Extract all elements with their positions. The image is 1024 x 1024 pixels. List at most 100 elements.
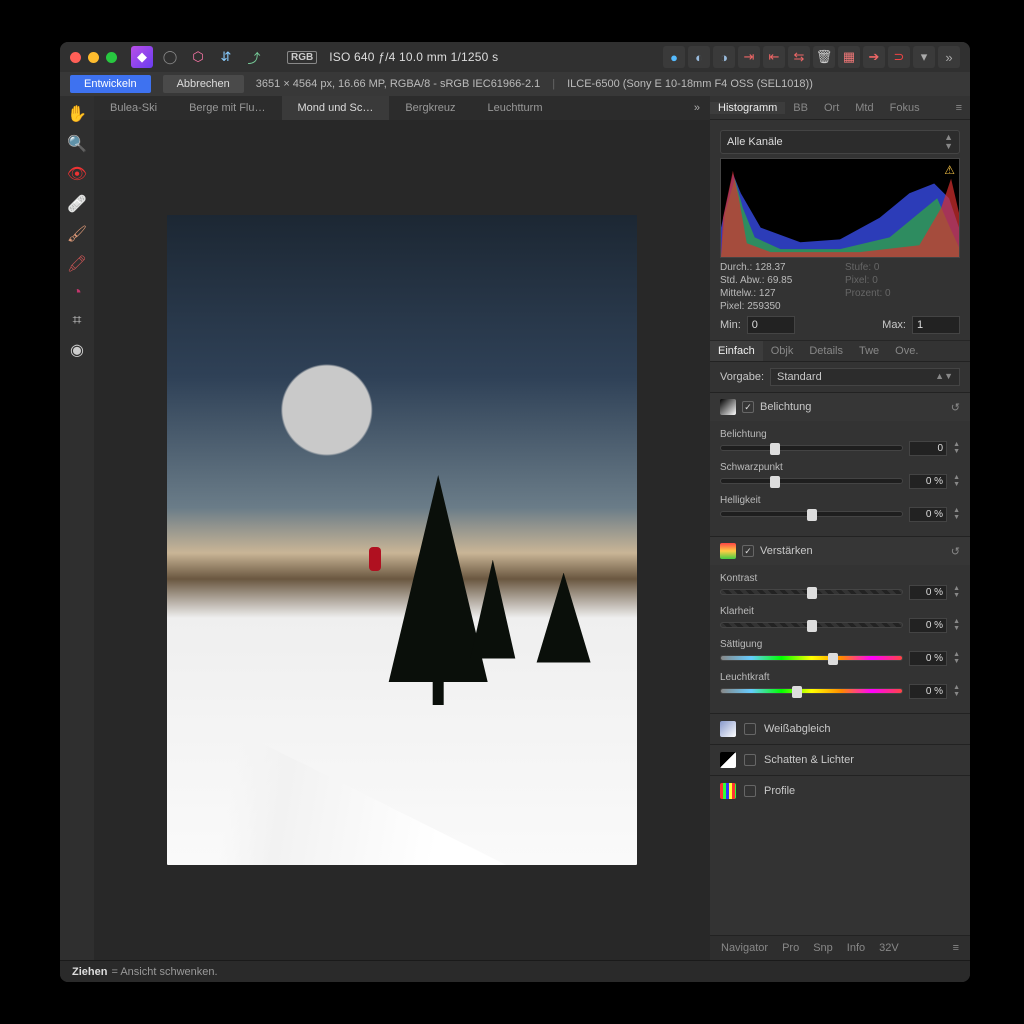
collapsed-0[interactable]: Weißabgleich [710,713,970,744]
hand-tool-icon[interactable]: ✋ [67,104,87,124]
disc-tool-icon[interactable]: ◉ [70,340,84,360]
exposure-value-2[interactable]: 0 % [909,507,947,522]
exposure-value-0[interactable]: 0 [909,441,947,456]
doc-tab-1[interactable]: Berge mit Flu… [173,96,281,120]
exposure-stepper-2[interactable]: ▲▼ [953,507,960,521]
overlay-brush-icon[interactable]: 🖍 [67,254,87,274]
heal-tool-icon[interactable]: 🩹 [67,194,87,214]
subtab-details[interactable]: Details [801,341,851,361]
enhance-stepper-3[interactable]: ▲▼ [953,684,960,698]
doc-tabs-overflow-icon[interactable]: » [684,102,710,114]
min-input[interactable] [747,316,795,334]
mirror-icon[interactable]: ⇵ [215,46,237,68]
snap-icon[interactable]: ➔ [863,46,885,68]
enhance-value-0[interactable]: 0 % [909,585,947,600]
doc-tab-4[interactable]: Leuchtturm [471,96,558,120]
panel-tab-fokus[interactable]: Fokus [882,102,928,114]
before-after-icon[interactable]: ◑ [713,46,735,68]
exposure-track-2[interactable] [720,511,903,517]
exposure-track-0[interactable] [720,445,903,451]
doc-tab-0[interactable]: Bulea-Ski [94,96,173,120]
panel-menu-icon[interactable]: ≡ [948,102,970,114]
btab-32v[interactable]: 32V [872,940,906,956]
exposure-stepper-1[interactable]: ▲▼ [953,474,960,488]
exposure-value-1[interactable]: 0 % [909,474,947,489]
enhance-value-2[interactable]: 0 % [909,651,947,666]
exposure-checkbox[interactable]: ✓ [742,401,754,413]
btab-info[interactable]: Info [840,940,872,956]
dropdown-icon[interactable]: ▾ [913,46,935,68]
share-icon[interactable]: ⤴ [243,46,265,68]
exposure-stepper-0[interactable]: ▲▼ [953,441,960,455]
canvas[interactable] [94,120,710,960]
exposure-track-1[interactable] [720,478,903,484]
enhance-stepper-2[interactable]: ▲▼ [953,651,960,665]
subtab-twe[interactable]: Twe [851,341,887,361]
subtab-objk[interactable]: Objk [763,341,802,361]
panel-tab-ort[interactable]: Ort [816,102,847,114]
collapsed-checkbox-1[interactable] [744,754,756,766]
enhance-track-2[interactable] [720,655,903,661]
persona-icon[interactable]: ◆ [131,46,153,68]
panel-tab-mtd[interactable]: Mtd [847,102,881,114]
enhance-slider-0: Kontrast0 %▲▼ [720,573,960,598]
preset-select[interactable]: Standard▲▼ [770,368,960,386]
close-icon[interactable] [70,52,81,63]
exposure-thumb-0[interactable] [770,443,780,455]
panel-tab-bb[interactable]: BB [785,102,816,114]
subtab-einfach[interactable]: Einfach [710,341,763,361]
crop-tool-icon[interactable]: ⌗ [72,312,81,330]
exposure-reset-icon[interactable]: ↺ [951,401,960,414]
gradient-tool-icon[interactable]: ◔ [72,284,82,302]
collapsed-checkbox-2[interactable] [744,785,756,797]
zoom-tool-icon[interactable]: 🔍 [67,134,87,154]
collapsed-checkbox-0[interactable] [744,723,756,735]
enhance-header[interactable]: ✓ Verstärken ↺ [710,536,970,565]
grid-icon[interactable]: ▦ [838,46,860,68]
btab-snp[interactable]: Snp [806,940,840,956]
develop-button[interactable]: Entwickeln [70,75,151,93]
exposure-header[interactable]: ✓ Belichtung ↺ [710,392,970,421]
bottom-menu-icon[interactable]: ≡ [946,940,966,956]
trash-icon[interactable]: 🗑 [813,46,835,68]
enhance-track-1[interactable] [720,622,903,628]
softproof-icon[interactable]: ● [663,46,685,68]
zoom-icon[interactable] [106,52,117,63]
redeye-tool-icon[interactable]: 👁 [67,164,87,184]
enhance-stepper-0[interactable]: ▲▼ [953,585,960,599]
enhance-value-1[interactable]: 0 % [909,618,947,633]
sync-both-icon[interactable]: ⇆ [788,46,810,68]
collapsed-1[interactable]: Schatten & Lichter [710,744,970,775]
enhance-checkbox[interactable]: ✓ [742,545,754,557]
btab-pro[interactable]: Pro [775,940,806,956]
panel-tab-histogram[interactable]: Histogramm [710,102,785,114]
enhance-thumb-2[interactable] [828,653,838,665]
overflow-icon[interactable]: » [938,46,960,68]
enhance-thumb-0[interactable] [807,587,817,599]
channel-select[interactable]: Alle Kanäle ▲▼ [720,130,960,154]
enhance-thumb-3[interactable] [792,686,802,698]
btab-navigator[interactable]: Navigator [714,940,775,956]
enhance-value-3[interactable]: 0 % [909,684,947,699]
enhance-track-0[interactable] [720,589,903,595]
hex-icon[interactable]: ⬡ [187,46,209,68]
doc-tab-2[interactable]: Mond und Sc… [282,96,390,120]
max-input[interactable] [912,316,960,334]
doc-tab-3[interactable]: Bergkreuz [389,96,471,120]
enhance-track-3[interactable] [720,688,903,694]
minimize-icon[interactable] [88,52,99,63]
enhance-reset-icon[interactable]: ↺ [951,545,960,558]
exposure-thumb-2[interactable] [807,509,817,521]
exposure-thumb-1[interactable] [770,476,780,488]
magnet-icon[interactable]: ⊃ [888,46,910,68]
subtab-ove[interactable]: Ove. [887,341,926,361]
split-icon[interactable]: ◐ [688,46,710,68]
cancel-button[interactable]: Abbrechen [163,75,244,93]
enhance-stepper-1[interactable]: ▲▼ [953,618,960,632]
circle-tool-icon[interactable]: ◯ [159,46,181,68]
sync-in-icon[interactable]: ⇥ [738,46,760,68]
sync-out-icon[interactable]: ⇤ [763,46,785,68]
enhance-thumb-1[interactable] [807,620,817,632]
brush-tool-icon[interactable]: 🖌 [67,224,87,244]
collapsed-2[interactable]: Profile [710,775,970,806]
